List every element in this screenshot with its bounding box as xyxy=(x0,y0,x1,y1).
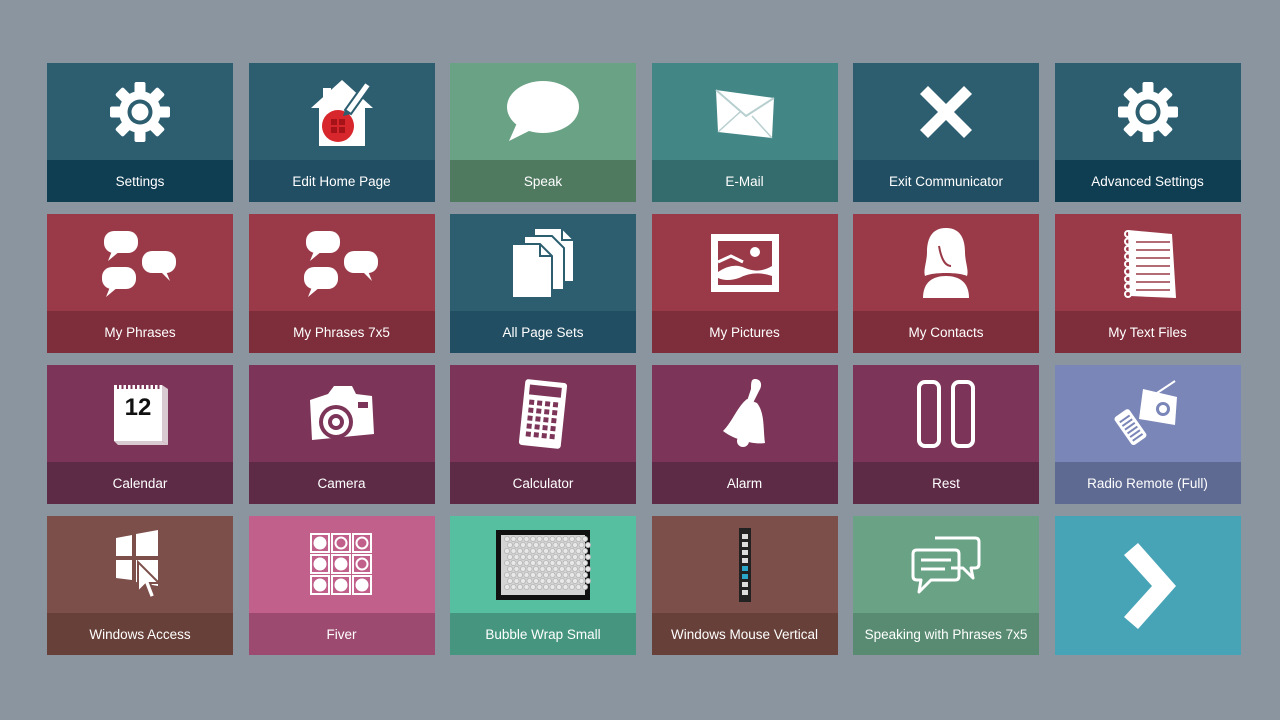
tile-next-page[interactable] xyxy=(1054,516,1241,655)
calendar-icon: 12 xyxy=(47,365,233,462)
tile-all-page-sets[interactable]: All Page Sets xyxy=(450,214,636,353)
tile-rest[interactable]: Rest xyxy=(853,365,1039,504)
tile-my-phrases[interactable]: My Phrases xyxy=(47,214,233,353)
svg-text:12: 12 xyxy=(125,394,152,421)
tile-label: Radio Remote (Full) xyxy=(1054,462,1241,504)
tile-calculator[interactable]: Calculator xyxy=(450,365,636,504)
tile-settings[interactable]: Settings xyxy=(47,63,233,202)
tile-label: Calendar xyxy=(47,462,233,504)
tile-label: Edit Home Page xyxy=(248,160,435,202)
tile-e-mail[interactable]: E-Mail xyxy=(651,63,838,202)
tile-windows-mouse-vertical[interactable]: Windows Mouse Vertical xyxy=(651,516,838,655)
tile-label: Advanced Settings xyxy=(1054,160,1241,202)
envelope-icon xyxy=(652,63,838,160)
tile-my-text-files[interactable]: My Text Files xyxy=(1054,214,1241,353)
tile-advanced-settings[interactable]: Advanced Settings xyxy=(1054,63,1241,202)
tile-label: Speak xyxy=(450,160,636,202)
tile-edit-home-page[interactable]: Edit Home Page xyxy=(248,63,435,202)
calculator-icon xyxy=(450,365,636,462)
picture-icon xyxy=(652,214,838,311)
tile-bubble-wrap-small[interactable]: Bubble Wrap Small xyxy=(450,516,636,655)
chat-bubbles-icon xyxy=(249,214,435,311)
tile-speak[interactable]: Speak xyxy=(450,63,636,202)
tile-label: Speaking with Phrases 7x5 xyxy=(853,613,1039,655)
gear-icon xyxy=(47,63,233,160)
tile-label: Camera xyxy=(248,462,435,504)
tile-label: Bubble Wrap Small xyxy=(450,613,636,655)
tile-windows-access[interactable]: Windows Access xyxy=(47,516,233,655)
tile-camera[interactable]: Camera xyxy=(248,365,435,504)
tile-label: Calculator xyxy=(450,462,636,504)
tile-speaking-with-phrases-7x5[interactable]: Speaking with Phrases 7x5 xyxy=(853,516,1039,655)
tile-label: All Page Sets xyxy=(450,311,636,353)
tile-calendar[interactable]: 12 Calendar xyxy=(47,365,233,504)
tile-label: Fiver xyxy=(248,613,435,655)
notepad-icon xyxy=(1055,214,1241,311)
tile-label: My Pictures xyxy=(651,311,838,353)
home-page-grid: Settings Edit Home Page Speak E-Mail Exi… xyxy=(47,63,1241,655)
tile-radio-remote-full[interactable]: Radio Remote (Full) xyxy=(1054,365,1241,504)
tile-label: Rest xyxy=(853,462,1039,504)
tile-label: Windows Access xyxy=(47,613,233,655)
tile-label: My Phrases xyxy=(47,311,233,353)
tile-label: Exit Communicator xyxy=(853,160,1039,202)
windows-cursor-icon xyxy=(47,516,233,613)
pause-icon xyxy=(853,365,1039,462)
tile-alarm[interactable]: Alarm xyxy=(651,365,838,504)
tile-label: E-Mail xyxy=(651,160,838,202)
tile-my-phrases-7x5[interactable]: My Phrases 7x5 xyxy=(248,214,435,353)
bubble-wrap-icon xyxy=(450,516,636,613)
gear-icon xyxy=(1055,63,1241,160)
chat-outline-icon xyxy=(853,516,1039,613)
tile-label: My Phrases 7x5 xyxy=(248,311,435,353)
tile-fiver[interactable]: Fiver xyxy=(248,516,435,655)
tile-label: Alarm xyxy=(651,462,838,504)
tile-label: My Text Files xyxy=(1054,311,1241,353)
bell-icon xyxy=(652,365,838,462)
tile-exit-communicator[interactable]: Exit Communicator xyxy=(853,63,1039,202)
vertical-toolbar-icon xyxy=(652,516,838,613)
contact-person-icon xyxy=(853,214,1039,311)
tile-label: My Contacts xyxy=(853,311,1039,353)
camera-icon xyxy=(249,365,435,462)
edit-home-icon xyxy=(249,63,435,160)
tile-label: Windows Mouse Vertical xyxy=(651,613,838,655)
documents-icon xyxy=(450,214,636,311)
chevron-right-icon xyxy=(1055,516,1241,655)
radio-remote-icon xyxy=(1055,365,1241,462)
speech-bubble-icon xyxy=(450,63,636,160)
close-icon xyxy=(853,63,1039,160)
chat-bubbles-icon xyxy=(47,214,233,311)
tile-my-pictures[interactable]: My Pictures xyxy=(651,214,838,353)
grid-dots-icon xyxy=(249,516,435,613)
tile-my-contacts[interactable]: My Contacts xyxy=(853,214,1039,353)
tile-label: Settings xyxy=(47,160,233,202)
